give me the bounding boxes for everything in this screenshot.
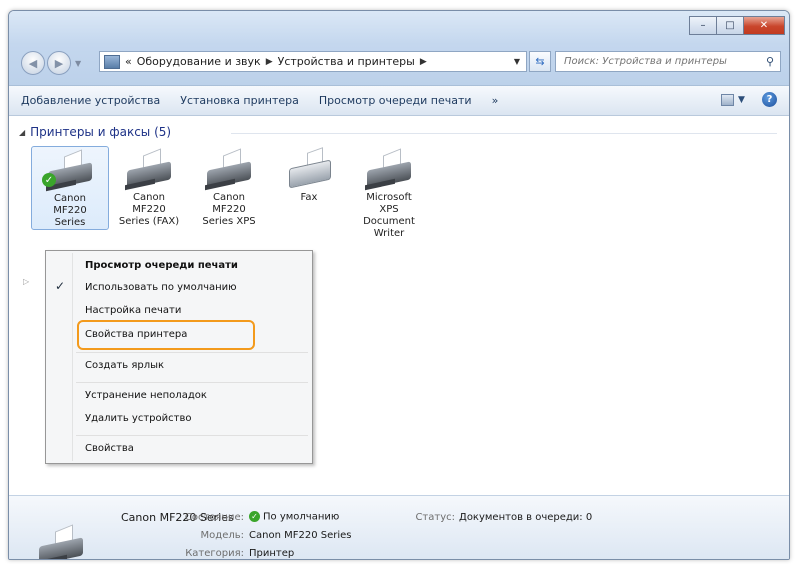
device-label: Canon MF220 Series [53, 193, 87, 228]
model-label: Модель: [200, 530, 244, 541]
details-pane: Canon MF220 Series Состояние: ✓ По умолча… [9, 495, 789, 559]
breadcrumb-devices-printers[interactable]: Устройства и принтеры [278, 55, 415, 68]
check-icon: ✓ [55, 279, 66, 293]
group-title: Принтеры и факсы (5) [30, 125, 172, 139]
default-check-icon: ✓ [42, 173, 56, 187]
address-bar[interactable]: « Оборудование и звук ▶ Устройства и при… [99, 51, 527, 72]
address-dropdown-icon[interactable]: ▼ [514, 57, 520, 66]
context-menu: Просмотр очереди печати ✓ Использовать п… [45, 250, 313, 464]
device-label: Fax [300, 192, 318, 203]
printers-faxes-group-header[interactable]: ◢ Принтеры и факсы (5) [19, 125, 171, 139]
printer-icon [33, 522, 93, 559]
menu-item-see-print-queue[interactable]: Просмотр очереди печати [85, 260, 238, 271]
device-canon-mf220-series-xps[interactable]: Canon MF220 Series XPS [191, 146, 267, 228]
printer-icon [201, 146, 257, 192]
command-bar: Добавление устройства Установка принтера… [9, 86, 789, 116]
menu-item-properties[interactable]: Свойства [85, 443, 134, 454]
device-canon-mf220-series-fax[interactable]: Canon MF220 Series (FAX) [111, 146, 187, 228]
breadcrumb-hardware-sound[interactable]: Оборудование и звук [137, 55, 261, 68]
group-divider [231, 133, 777, 134]
category-label: Категория: [185, 548, 244, 559]
device-fax[interactable]: Fax [271, 146, 347, 204]
view-icon [721, 94, 734, 106]
collapse-triangle-icon[interactable]: ◢ [19, 128, 25, 137]
add-printer-button[interactable]: Установка принтера [170, 94, 309, 107]
change-view-button[interactable]: ▼ [721, 93, 745, 107]
refresh-icon: ⇆ [535, 55, 545, 68]
menu-item-create-shortcut[interactable]: Создать ярлык [85, 360, 164, 371]
menu-separator [76, 435, 308, 436]
menu-item-printing-preferences[interactable]: Настройка печати [85, 305, 181, 316]
search-box: ⚲ [555, 51, 781, 72]
status-label: Статус: [415, 512, 455, 523]
maximize-icon[interactable]: □ [716, 16, 744, 35]
see-print-queue-button[interactable]: Просмотр очереди печати [309, 94, 482, 107]
search-icon[interactable]: ⚲ [766, 55, 774, 68]
refresh-button[interactable]: ⇆ [529, 51, 551, 72]
breadcrumb-overflow[interactable]: « [125, 55, 132, 68]
expand-triangle-icon[interactable]: ▷ [23, 277, 29, 286]
window-controls: – □ ✕ [689, 16, 785, 35]
search-input[interactable] [562, 55, 746, 68]
control-panel-icon [104, 54, 120, 69]
devices-and-printers-window: – □ ✕ ◀ ▶ ▼ « Оборудование и звук ▶ Устр… [8, 10, 790, 560]
navigation-buttons: ◀ ▶ ▼ [21, 51, 81, 75]
default-check-icon: ✓ [249, 511, 260, 522]
highlight-callout [77, 320, 255, 350]
view-dropdown-icon: ▼ [738, 95, 745, 105]
more-commands-button[interactable]: » [482, 94, 509, 107]
menu-gutter [72, 253, 73, 461]
category-value: Принтер [249, 548, 295, 559]
printer-icon [121, 146, 177, 192]
recent-pages-chevron-icon[interactable]: ▼ [75, 59, 81, 68]
menu-separator [76, 352, 308, 353]
device-label: Canon MF220 Series (FAX) [118, 192, 180, 227]
model-value: Canon MF220 Series [249, 530, 352, 541]
device-label: Microsoft XPS Document Writer [363, 192, 415, 239]
menu-item-troubleshoot[interactable]: Устранение неполадок [85, 390, 207, 401]
back-arrow-icon[interactable]: ◀ [21, 51, 45, 75]
device-label: Canon MF220 Series XPS [202, 192, 256, 227]
menu-item-set-default[interactable]: Использовать по умолчанию [85, 282, 237, 293]
breadcrumb-separator-icon[interactable]: ▶ [266, 57, 273, 67]
title-bar: – □ ✕ ◀ ▶ ▼ « Оборудование и звук ▶ Устр… [9, 11, 789, 86]
help-icon[interactable]: ? [762, 92, 777, 107]
printer-icon: ✓ [42, 147, 98, 193]
fax-icon [281, 146, 337, 192]
menu-separator [76, 382, 308, 383]
minimize-icon[interactable]: – [689, 16, 717, 35]
device-canon-mf220-series[interactable]: ✓ Canon MF220 Series [31, 146, 109, 230]
breadcrumb-separator-icon[interactable]: ▶ [420, 57, 427, 67]
device-microsoft-xps-document-writer[interactable]: Microsoft XPS Document Writer [351, 146, 427, 240]
printer-icon [361, 146, 417, 192]
forward-arrow-icon[interactable]: ▶ [47, 51, 71, 75]
add-device-button[interactable]: Добавление устройства [9, 94, 170, 107]
state-label: Состояние: [184, 512, 244, 523]
state-value: ✓ По умолчанию [249, 511, 339, 523]
menu-item-remove-device[interactable]: Удалить устройство [85, 413, 191, 424]
close-icon[interactable]: ✕ [743, 16, 785, 35]
status-value: Документов в очереди: 0 [459, 512, 593, 523]
